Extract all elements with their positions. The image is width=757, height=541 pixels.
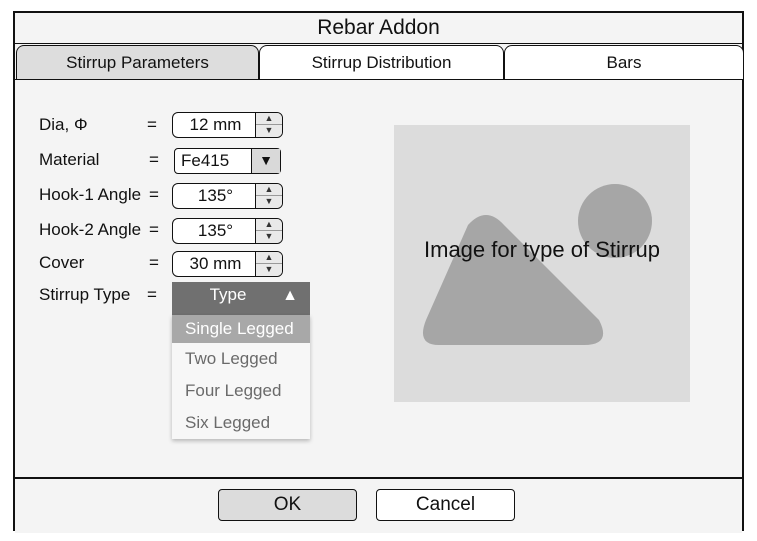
stirrup-parameters-panel: Dia, Φ = 12 mm ▲ ▼ Material = Fe415 ▼ Ho… — [15, 80, 742, 477]
option-two-legged[interactable]: Two Legged — [172, 343, 310, 375]
stirrup-type-dropdown[interactable]: Type ▲ — [172, 282, 310, 315]
hook1-equals: = — [149, 185, 159, 204]
hook1-value[interactable]: 135° — [173, 184, 258, 208]
triangle-down-icon[interactable]: ▼ — [256, 125, 282, 137]
hook1-spin-arrows[interactable]: ▲ ▼ — [255, 184, 282, 208]
rebar-addon-dialog: Rebar Addon Stirrup Parameters Stirrup D… — [13, 11, 744, 533]
ok-button[interactable]: OK — [218, 489, 357, 521]
dia-label: Dia, Φ — [39, 115, 88, 134]
stirrup-image-placeholder: Image for type of Stirrup — [394, 125, 690, 402]
material-value[interactable]: Fe415 — [181, 149, 229, 172]
triangle-down-icon[interactable]: ▼ — [256, 231, 282, 243]
dialog-footer: OK Cancel — [15, 477, 742, 533]
cover-spin-arrows[interactable]: ▲ ▼ — [255, 252, 282, 276]
material-label: Material — [39, 150, 100, 169]
image-placeholder-icon — [422, 184, 652, 345]
stirrup-type-label: Stirrup Type — [39, 285, 131, 304]
triangle-up-icon[interactable]: ▲ — [256, 184, 282, 196]
tab-stirrup-distribution[interactable]: Stirrup Distribution — [259, 45, 504, 79]
tab-bar: Stirrup Parameters Stirrup Distribution … — [15, 43, 744, 80]
dia-spin-arrows[interactable]: ▲ ▼ — [255, 113, 282, 137]
tab-bars[interactable]: Bars — [504, 45, 744, 79]
option-single-legged[interactable]: Single Legged — [172, 315, 310, 343]
hook2-label: Hook-2 Angle — [39, 220, 142, 239]
stirrup-type-equals: = — [147, 285, 157, 304]
triangle-up-icon[interactable]: ▲ — [256, 219, 282, 231]
hook2-spinbox[interactable]: 135° ▲ ▼ — [172, 218, 283, 244]
material-equals: = — [149, 150, 159, 169]
dia-spinbox[interactable]: 12 mm ▲ ▼ — [172, 112, 283, 138]
cover-spinbox[interactable]: 30 mm ▲ ▼ — [172, 251, 283, 277]
hook2-spin-arrows[interactable]: ▲ ▼ — [255, 219, 282, 243]
triangle-down-icon[interactable]: ▼ — [256, 196, 282, 208]
option-four-legged[interactable]: Four Legged — [172, 375, 310, 407]
material-select[interactable]: Fe415 ▼ — [174, 148, 281, 174]
triangle-up-icon[interactable]: ▲ — [256, 113, 282, 125]
tab-stirrup-parameters[interactable]: Stirrup Parameters — [16, 45, 259, 79]
window-title: Rebar Addon — [15, 13, 742, 44]
cover-label: Cover — [39, 253, 85, 272]
stirrup-type-header[interactable]: Type — [172, 282, 284, 308]
cancel-button[interactable]: Cancel — [376, 489, 515, 521]
dia-value[interactable]: 12 mm — [173, 113, 258, 137]
triangle-down-icon[interactable]: ▼ — [256, 264, 282, 276]
hook2-value[interactable]: 135° — [173, 219, 258, 243]
cover-value[interactable]: 30 mm — [173, 252, 258, 276]
caret-down-icon[interactable]: ▼ — [251, 149, 280, 173]
hook1-spinbox[interactable]: 135° ▲ ▼ — [172, 183, 283, 209]
hook1-label: Hook-1 Angle — [39, 185, 142, 204]
cover-equals: = — [149, 253, 159, 272]
option-six-legged[interactable]: Six Legged — [172, 407, 310, 439]
image-caption: Image for type of Stirrup — [424, 237, 660, 262]
dia-equals: = — [147, 115, 157, 134]
hook2-equals: = — [149, 220, 159, 239]
caret-up-icon[interactable]: ▲ — [282, 283, 298, 309]
triangle-up-icon[interactable]: ▲ — [256, 252, 282, 264]
stirrup-type-options: Single Legged Two Legged Four Legged Six… — [172, 315, 310, 439]
